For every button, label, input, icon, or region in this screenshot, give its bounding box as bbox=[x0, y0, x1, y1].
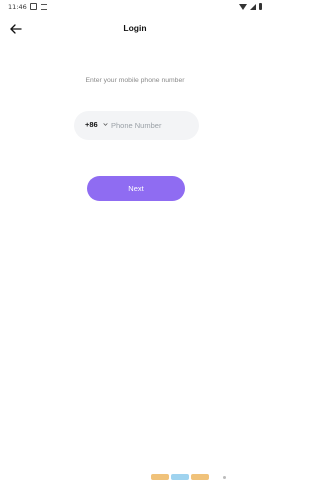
notification-icon bbox=[30, 3, 37, 10]
wifi-icon bbox=[239, 3, 247, 10]
chevron-down-icon[interactable] bbox=[103, 122, 108, 127]
strip-dot bbox=[223, 476, 226, 479]
status-left-icons bbox=[30, 3, 47, 10]
strip-block bbox=[151, 474, 169, 480]
bottom-strip bbox=[151, 474, 213, 480]
page-title: Login bbox=[123, 23, 147, 33]
status-time: 11:46 bbox=[8, 3, 27, 11]
status-right-icons bbox=[239, 3, 262, 10]
next-button[interactable]: Next bbox=[87, 176, 185, 201]
strip-block bbox=[191, 474, 209, 480]
phone-number-input[interactable] bbox=[110, 117, 195, 133]
signal-icon bbox=[250, 3, 256, 10]
phone-prompt: Enter your mobile phone number bbox=[85, 77, 185, 84]
strip-block bbox=[171, 474, 189, 480]
status-bar: 11:46 bbox=[0, 0, 270, 14]
battery-icon bbox=[259, 3, 262, 10]
header: Login bbox=[0, 18, 270, 40]
country-code-selector[interactable]: +86 bbox=[85, 120, 98, 129]
phone-field: +86 bbox=[74, 111, 199, 140]
message-icon bbox=[41, 3, 47, 10]
